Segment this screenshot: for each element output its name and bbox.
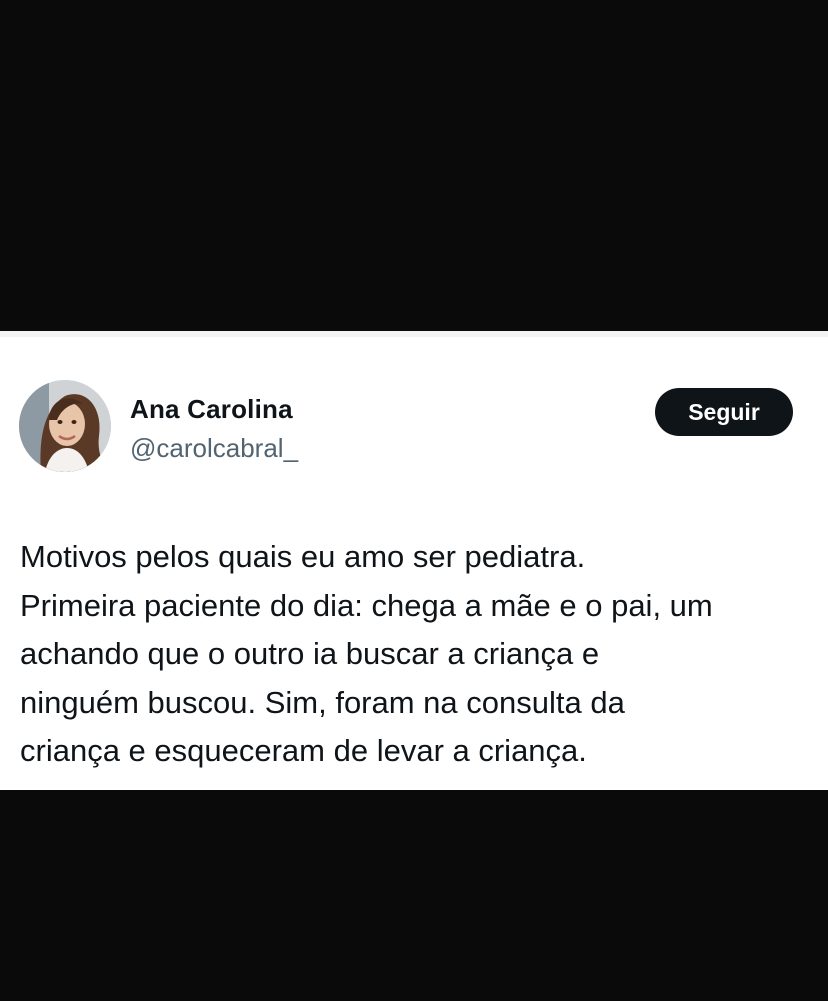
author-display-name[interactable]: Ana Carolina xyxy=(130,394,293,425)
tweet-text: Motivos pelos quais eu amo ser pediatra.… xyxy=(20,533,820,776)
tweet-text-line: Motivos pelos quais eu amo ser pediatra. xyxy=(20,539,586,574)
profile-photo-icon xyxy=(19,380,111,472)
bottom-black-band xyxy=(0,790,828,1001)
tweet-text-line: criança e esqueceram de levar a criança. xyxy=(20,733,587,768)
tweet-text-line: ninguém buscou. Sim, foram na consulta d… xyxy=(20,684,625,720)
follow-button[interactable]: Seguir xyxy=(655,388,793,436)
tweet-text-line: Primeira paciente do dia: chega a mãe e … xyxy=(20,587,713,623)
tweet-card: Ana Carolina @carolcabral_ Seguir Motivo… xyxy=(0,331,828,790)
top-black-band xyxy=(0,0,828,331)
author-handle[interactable]: @carolcabral_ xyxy=(130,433,298,464)
tweet-text-line: achando que o outro ia buscar a criança … xyxy=(20,636,600,671)
avatar[interactable] xyxy=(19,380,111,472)
